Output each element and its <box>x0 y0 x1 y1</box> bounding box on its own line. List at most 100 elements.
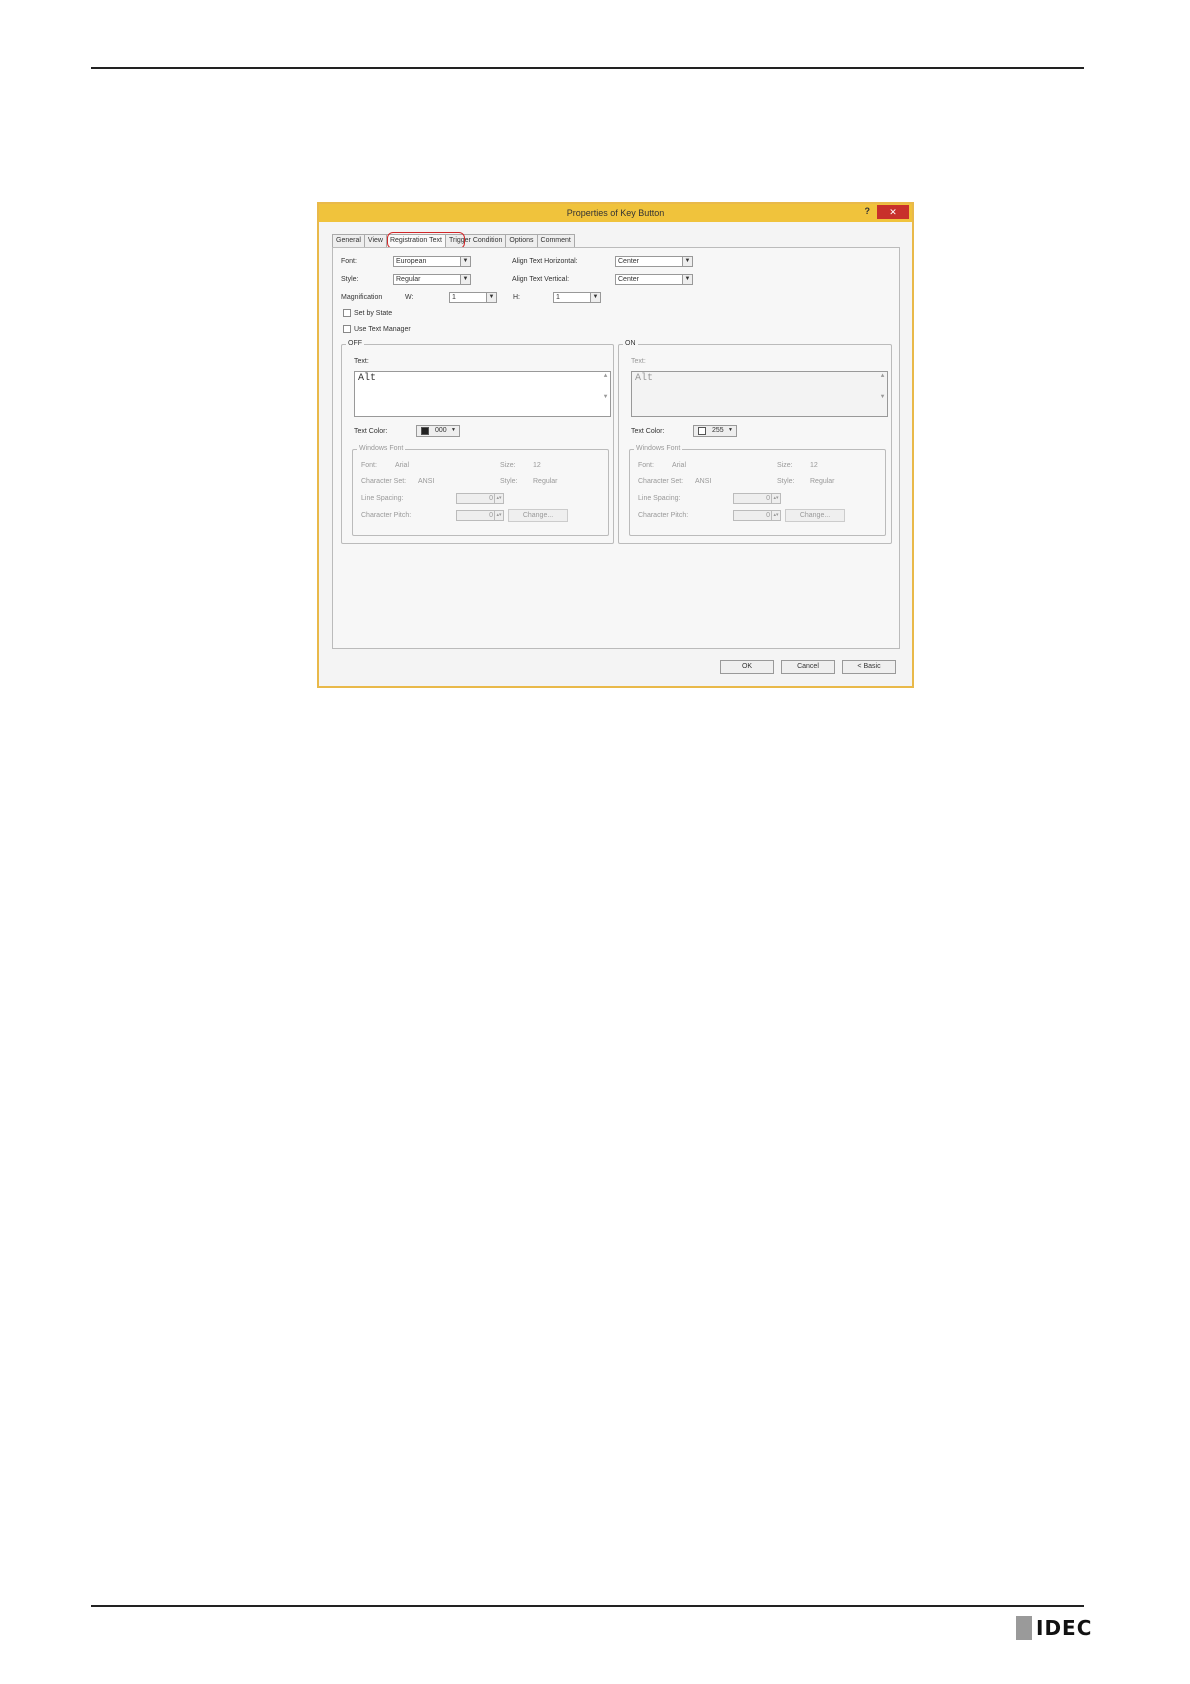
style-select-value: Regular <box>396 276 421 283</box>
on-text-color-button[interactable]: 255 ▼ <box>693 425 737 437</box>
footer-rule <box>91 1605 1084 1607</box>
set-by-state-checkbox[interactable] <box>343 309 351 317</box>
on-text-label: Text: <box>631 358 646 365</box>
on-font-label: Font: <box>638 462 654 469</box>
spinner-arrows-icon: ▴▾ <box>771 511 780 520</box>
basic-button[interactable]: < Basic <box>842 660 896 674</box>
off-style-value: Regular <box>533 478 558 485</box>
off-change-button[interactable]: Change... <box>508 509 568 522</box>
off-group-title: OFF <box>346 340 364 347</box>
chevron-down-icon: ▼ <box>728 427 733 433</box>
on-font-value: Arial <box>672 462 687 469</box>
font-select[interactable]: European ▼ <box>393 256 471 267</box>
off-text-scrollbar[interactable]: ▲ ▼ <box>601 372 610 416</box>
use-text-manager-label: Use Text Manager <box>354 326 411 333</box>
w-label: W: <box>405 294 414 301</box>
on-group: ON Text: Alt ▲ ▼ Text Color: 255 ▼ Window… <box>618 340 892 544</box>
off-group: OFF Text: Alt ▲ ▼ Text Color: 000 ▼ Windo… <box>341 340 614 544</box>
tab-general[interactable]: General <box>332 234 365 247</box>
set-by-state-label: Set by State <box>354 310 393 317</box>
align-vertical-value: Center <box>618 276 640 283</box>
on-windows-font-title: Windows Font <box>634 445 683 452</box>
ok-button[interactable]: OK <box>720 660 774 674</box>
on-size-value: 12 <box>810 462 818 469</box>
chevron-down-icon: ▼ <box>460 275 470 284</box>
spinner-arrows-icon: ▴▾ <box>494 511 503 520</box>
on-windows-font-group: Windows Font Font: Arial Size: 12 Charac… <box>629 445 886 536</box>
off-color-swatch <box>421 427 429 435</box>
magnification-label: Magnification <box>341 294 383 301</box>
idec-logo: IDEC <box>1016 1616 1092 1640</box>
chevron-down-icon: ▼ <box>682 275 692 284</box>
properties-dialog: Properties of Key Button ? ✕ General Vie… <box>317 202 914 688</box>
on-group-title: ON <box>623 340 638 347</box>
off-text-color-button[interactable]: 000 ▼ <box>416 425 460 437</box>
tab-panel: Font: European ▼ Align Text Horizontal: … <box>332 247 900 649</box>
on-char-pitch-label: Character Pitch: <box>638 512 689 519</box>
off-size-value: 12 <box>533 462 541 469</box>
tab-view[interactable]: View <box>363 234 387 247</box>
on-charset-label: Character Set: <box>638 478 684 485</box>
off-font-value: Arial <box>395 462 410 469</box>
font-select-value: European <box>396 258 427 265</box>
off-color-value: 000 <box>435 427 447 434</box>
style-select[interactable]: Regular ▼ <box>393 274 471 285</box>
header-rule <box>91 67 1084 69</box>
tab-options[interactable]: Options <box>505 234 538 247</box>
w-select[interactable]: 1 ▼ <box>449 292 497 303</box>
style-label: Style: <box>341 276 359 283</box>
off-line-spacing-value: 0 <box>489 495 493 502</box>
off-line-spacing-stepper[interactable]: 0 ▴▾ <box>456 493 504 504</box>
font-label: Font: <box>341 258 357 265</box>
off-char-pitch-value: 0 <box>489 512 493 519</box>
chevron-down-icon: ▼ <box>682 257 692 266</box>
off-windows-font-group: Windows Font Font: Arial Size: 12 Charac… <box>352 445 609 536</box>
off-char-pitch-stepper[interactable]: 0 ▴▾ <box>456 510 504 521</box>
spinner-arrows-icon: ▴▾ <box>771 494 780 503</box>
close-button[interactable]: ✕ <box>877 205 909 219</box>
align-horizontal-value: Center <box>618 258 640 265</box>
chevron-down-icon: ▼ <box>590 293 600 302</box>
chevron-down-icon: ▼ <box>451 427 456 433</box>
on-change-button[interactable]: Change... <box>785 509 845 522</box>
on-color-swatch <box>698 427 706 435</box>
use-text-manager-checkbox[interactable] <box>343 325 351 333</box>
logo-mark-icon <box>1016 1616 1032 1640</box>
chevron-down-icon: ▼ <box>486 293 496 302</box>
on-text-color-label: Text Color: <box>631 428 665 435</box>
chevron-down-icon: ▼ <box>460 257 470 266</box>
off-charset-value: ANSI <box>418 478 435 485</box>
on-color-value: 255 <box>712 427 724 434</box>
align-horizontal-label: Align Text Horizontal: <box>512 258 578 265</box>
h-label: H: <box>513 294 520 301</box>
on-size-label: Size: <box>777 462 793 469</box>
off-text-color-label: Text Color: <box>354 428 388 435</box>
cancel-button[interactable]: Cancel <box>781 660 835 674</box>
on-style-value: Regular <box>810 478 835 485</box>
on-text-scrollbar[interactable]: ▲ ▼ <box>878 372 887 416</box>
on-charset-value: ANSI <box>695 478 712 485</box>
off-line-spacing-label: Line Spacing: <box>361 495 404 502</box>
h-select-value: 1 <box>556 294 560 301</box>
align-vertical-select[interactable]: Center ▼ <box>615 274 693 285</box>
h-select[interactable]: 1 ▼ <box>553 292 601 303</box>
on-line-spacing-stepper[interactable]: 0 ▴▾ <box>733 493 781 504</box>
align-horizontal-select[interactable]: Center ▼ <box>615 256 693 267</box>
off-font-label: Font: <box>361 462 377 469</box>
on-text-input[interactable]: Alt ▲ ▼ <box>631 371 888 417</box>
on-line-spacing-label: Line Spacing: <box>638 495 681 502</box>
on-text-value: Alt <box>635 373 654 384</box>
help-button[interactable]: ? <box>865 206 871 216</box>
off-size-label: Size: <box>500 462 516 469</box>
logo-text: IDEC <box>1036 1616 1093 1640</box>
on-char-pitch-stepper[interactable]: 0 ▴▾ <box>733 510 781 521</box>
off-text-input[interactable]: Alt ▲ ▼ <box>354 371 611 417</box>
spinner-arrows-icon: ▴▾ <box>494 494 503 503</box>
dialog-title: Properties of Key Button <box>566 208 665 218</box>
tab-comment[interactable]: Comment <box>536 234 575 247</box>
off-text-label: Text: <box>354 358 369 365</box>
off-text-value: Alt <box>358 373 377 384</box>
off-windows-font-title: Windows Font <box>357 445 406 452</box>
off-charset-label: Character Set: <box>361 478 407 485</box>
on-char-pitch-value: 0 <box>766 512 770 519</box>
